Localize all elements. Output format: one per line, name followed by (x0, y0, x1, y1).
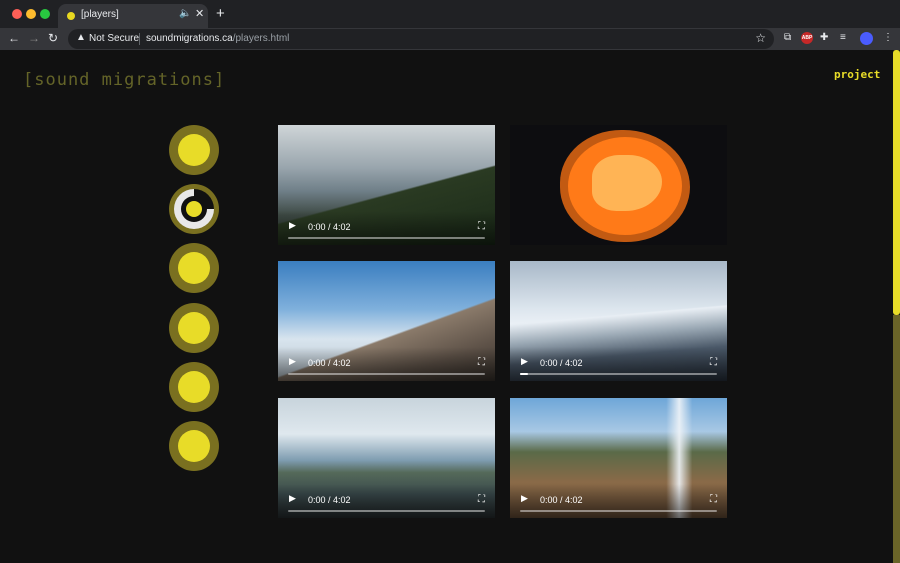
reload-icon[interactable]: ↻ (48, 31, 58, 45)
omnibox-divider (139, 33, 140, 45)
video-time: 0:00 / 4:02 (308, 222, 351, 232)
bookmark-star-icon[interactable]: ☆ (755, 31, 766, 45)
player-button-2-active[interactable] (169, 184, 219, 234)
close-tab-icon[interactable]: ✕ (195, 7, 204, 20)
video-mountain[interactable]: ▶ 0:00 / 4:02 ⛶ (278, 261, 495, 381)
menu-icon[interactable]: ⋮ (883, 32, 893, 44)
player-dot (178, 430, 210, 462)
cast-icon[interactable]: ⧉ (784, 32, 791, 44)
video-controls: ▶ 0:00 / 4:02 ⛶ (278, 484, 495, 518)
video-time: 0:00 / 4:02 (540, 358, 583, 368)
player-dot (178, 134, 210, 166)
fullscreen-icon[interactable]: ⛶ (478, 357, 485, 368)
warning-icon: ▲ (76, 32, 86, 43)
back-arrow-icon[interactable]: ← (8, 31, 20, 45)
fullscreen-icon[interactable]: ⛶ (478, 221, 485, 232)
close-window-button[interactable] (12, 9, 22, 19)
playlist-icon[interactable]: ≡ (840, 32, 846, 44)
player-dot (178, 312, 210, 344)
video-controls: ▶ 0:00 / 4:02 ⛶ (278, 211, 495, 245)
browser-chrome: [players] 🔈 ✕ + ← → ↻ ▲ Not Secure sound… (0, 0, 900, 50)
video-forest[interactable]: ▶ 0:00 / 4:02 ⛶ (278, 125, 495, 245)
forward-arrow-icon[interactable]: → (28, 31, 40, 45)
video-lake[interactable]: ▶ 0:00 / 4:02 ⛶ (278, 398, 495, 518)
play-icon[interactable]: ▶ (289, 220, 296, 231)
speaker-icon[interactable]: 🔈 (179, 8, 191, 19)
page-content: [sound migrations] project ▶ 0:00 / 4:02… (0, 50, 900, 563)
profile-avatar[interactable] (860, 32, 873, 45)
video-progress-bar[interactable] (520, 373, 717, 375)
url-host: soundmigrations.ca (146, 33, 233, 44)
video-progress-bar[interactable] (288, 237, 485, 239)
new-tab-button[interactable]: + (216, 6, 225, 21)
player-button-5[interactable] (169, 362, 219, 412)
tab-title: [players] (81, 9, 119, 20)
address-bar[interactable]: ▲ Not Secure soundmigrations.ca/players.… (68, 29, 774, 49)
play-icon[interactable]: ▶ (521, 356, 528, 367)
video-controls: ▶ 0:00 / 4:02 ⛶ (278, 347, 495, 381)
video-progress-bar[interactable] (288, 373, 485, 375)
browser-toolbar: ← → ↻ ▲ Not Secure soundmigrations.ca/pl… (0, 28, 900, 50)
fullscreen-icon[interactable]: ⛶ (710, 494, 717, 505)
maximize-window-button[interactable] (40, 9, 50, 19)
play-icon[interactable]: ▶ (289, 356, 296, 367)
video-time: 0:00 / 4:02 (308, 495, 351, 505)
tab-bar: [players] 🔈 ✕ + (0, 0, 900, 28)
abp-icon[interactable]: ABP (801, 32, 813, 44)
video-controls: ▶ 0:00 / 4:02 ⛶ (510, 347, 727, 381)
player-button-4[interactable] (169, 303, 219, 353)
video-time: 0:00 / 4:02 (540, 495, 583, 505)
site-title[interactable]: [sound migrations] (23, 70, 225, 90)
video-time: 0:00 / 4:02 (308, 358, 351, 368)
video-waterfall[interactable]: ▶ 0:00 / 4:02 ⛶ (510, 398, 727, 518)
puzzle-icon[interactable]: ✚ (820, 32, 828, 44)
player-button-3[interactable] (169, 243, 219, 293)
play-icon[interactable]: ▶ (521, 493, 528, 504)
video-progress-bar[interactable] (288, 510, 485, 512)
play-icon[interactable]: ▶ (289, 493, 296, 504)
scrollbar-lower (893, 315, 900, 563)
player-dot (178, 252, 210, 284)
video-snowy-peaks[interactable]: ▶ 0:00 / 4:02 ⛶ (510, 261, 727, 381)
player-dot (178, 371, 210, 403)
video-controls: ▶ 0:00 / 4:02 ⛶ (510, 484, 727, 518)
video-progress-fill (520, 373, 528, 375)
fullscreen-icon[interactable]: ⛶ (710, 357, 717, 368)
browser-tab[interactable]: [players] 🔈 ✕ (58, 4, 208, 28)
minimize-window-button[interactable] (26, 9, 36, 19)
player-button-6[interactable] (169, 421, 219, 471)
scrollbar-thumb[interactable] (893, 50, 900, 315)
fullscreen-icon[interactable]: ⛶ (478, 494, 485, 505)
url-path: /players.html (232, 33, 290, 44)
video-progress-bar[interactable] (520, 510, 717, 512)
player-button-1[interactable] (169, 125, 219, 175)
project-link[interactable]: project (834, 68, 880, 81)
security-label[interactable]: Not Secure (89, 33, 139, 44)
url-text[interactable]: soundmigrations.ca/players.html (146, 33, 289, 44)
player-dot (186, 201, 202, 217)
favicon-icon (67, 12, 75, 20)
video-sun[interactable] (510, 125, 727, 245)
